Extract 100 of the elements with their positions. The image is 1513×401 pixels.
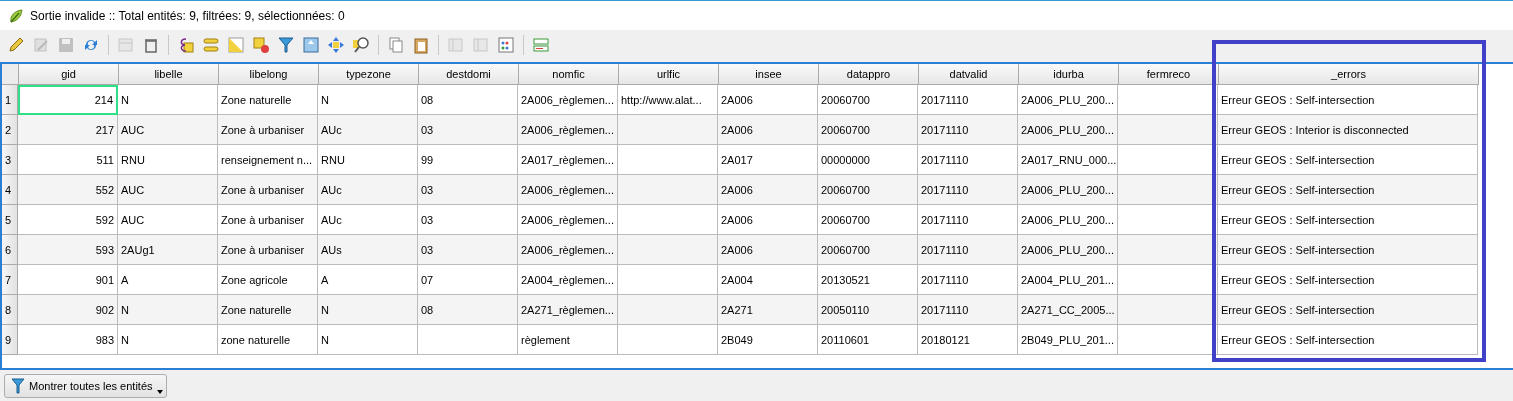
table-cell: 2A006 xyxy=(718,175,818,205)
table-cell: 00000000 xyxy=(818,145,918,175)
table-cell: RNU xyxy=(118,145,218,175)
table-cell: 20050110 xyxy=(818,295,918,325)
table-cell: Erreur GEOS : Self-intersection xyxy=(1218,205,1478,235)
table-cell: AUs xyxy=(318,235,418,265)
table-cell: N xyxy=(118,325,218,355)
table-cell: 2A006_PLU_200... xyxy=(1018,205,1118,235)
table-cell: règlement xyxy=(518,325,618,355)
column-header[interactable]: nomfic xyxy=(519,64,619,85)
column-header[interactable]: _errors xyxy=(1219,64,1479,85)
table-cell: 2A006 xyxy=(718,115,818,145)
table-cell: 2A006 xyxy=(718,85,818,115)
table-cell: 03 xyxy=(418,115,518,145)
row-header[interactable]: 4 xyxy=(2,175,18,205)
table-cell: 2AUg1 xyxy=(118,235,218,265)
table-cell: 03 xyxy=(418,235,518,265)
table-cell: 2A006 xyxy=(718,235,818,265)
row-header[interactable]: 2 xyxy=(2,115,18,145)
table-cell: 2A006_PLU_200... xyxy=(1018,235,1118,265)
table-cell: Erreur GEOS : Self-intersection xyxy=(1218,295,1478,325)
row-header[interactable]: 5 xyxy=(2,205,18,235)
table-cell: 592 xyxy=(18,205,118,235)
table-cell: A xyxy=(118,265,218,295)
table-cell: AUc xyxy=(318,175,418,205)
table-cell: 2A006_règlemen... xyxy=(518,85,618,115)
row-header[interactable]: 1 xyxy=(2,85,18,115)
table-cell: 2A006_PLU_200... xyxy=(1018,115,1118,145)
table-cell: 2A271 xyxy=(718,295,818,325)
filter-icon xyxy=(11,377,25,394)
column-header[interactable]: destdomi xyxy=(419,64,519,85)
column-header[interactable]: typezone xyxy=(319,64,419,85)
column-header[interactable]: idurba xyxy=(1019,64,1119,85)
table-cell: 593 xyxy=(18,235,118,265)
table-cell: 2A004_règlemen... xyxy=(518,265,618,295)
table-cell: Zone à urbaniser xyxy=(218,175,318,205)
filter-button[interactable]: Montrer toutes les entités xyxy=(4,373,167,398)
leaf-icon xyxy=(8,7,24,24)
table-cell: AUC xyxy=(118,115,218,145)
corner-header[interactable] xyxy=(2,64,19,85)
table-cell: 20171110 xyxy=(918,115,1018,145)
table-cell: 2A004 xyxy=(718,265,818,295)
table-cell: 08 xyxy=(418,85,518,115)
table-cell: 20171110 xyxy=(918,295,1018,325)
table-cell: 2A006_règlemen... xyxy=(518,115,618,145)
column-header[interactable]: fermreco xyxy=(1119,64,1219,85)
column-header[interactable]: libelong xyxy=(219,64,319,85)
table-cell: AUc xyxy=(318,205,418,235)
table-cell: 03 xyxy=(418,175,518,205)
table-cell: Zone à urbaniser xyxy=(218,205,318,235)
table-cell: 214 xyxy=(18,85,118,115)
table-cell: 2B049_PLU_201... xyxy=(1018,325,1118,355)
row-header[interactable]: 6 xyxy=(2,235,18,265)
row-header[interactable]: 9 xyxy=(2,325,18,355)
table-cell: 20130521 xyxy=(818,265,918,295)
table-cell: AUC xyxy=(118,205,218,235)
row-header[interactable]: 7 xyxy=(2,265,18,295)
table-cell: renseignement n... xyxy=(218,145,318,175)
table-cell: 2A006_règlemen... xyxy=(518,235,618,265)
column-header[interactable]: gid xyxy=(19,64,119,85)
table-cell: 20060700 xyxy=(818,205,918,235)
table-cell: N xyxy=(318,295,418,325)
column-header[interactable]: urlfic xyxy=(619,64,719,85)
column-header[interactable]: datappro xyxy=(819,64,919,85)
table-cell: 2A017 xyxy=(718,145,818,175)
row-header[interactable]: 3 xyxy=(2,145,18,175)
table-cell: 2A006_règlemen... xyxy=(518,205,618,235)
table-cell: 2A006_PLU_200... xyxy=(1018,175,1118,205)
table-cell: http://www.alat... xyxy=(618,85,718,115)
table-cell: Erreur GEOS : Interior is disconnected xyxy=(1218,115,1478,145)
table-cell: 99 xyxy=(418,145,518,175)
column-header[interactable]: datvalid xyxy=(919,64,1019,85)
table-cell: 2A271_règlemen... xyxy=(518,295,618,325)
table-cell: 20171110 xyxy=(918,235,1018,265)
table-cell: 901 xyxy=(18,265,118,295)
row-header[interactable]: 8 xyxy=(2,295,18,325)
table-cell: 552 xyxy=(18,175,118,205)
table-cell: 983 xyxy=(18,325,118,355)
table-cell: 217 xyxy=(18,115,118,145)
table-cell: 20110601 xyxy=(818,325,918,355)
table-cell: 2A006_PLU_200... xyxy=(1018,85,1118,115)
table-cell: 20060700 xyxy=(818,115,918,145)
table-cell: Erreur GEOS : Self-intersection xyxy=(1218,265,1478,295)
column-header[interactable]: libelle xyxy=(119,64,219,85)
table-cell: 511 xyxy=(18,145,118,175)
column-header[interactable]: insee xyxy=(719,64,819,85)
table-cell: Zone à urbaniser xyxy=(218,115,318,145)
table-cell: A xyxy=(318,265,418,295)
table-cell: Erreur GEOS : Self-intersection xyxy=(1218,145,1478,175)
table-cell: Zone agricole xyxy=(218,265,318,295)
table-cell: 2A017_RNU_000... xyxy=(1018,145,1118,175)
table-cell: Erreur GEOS : Self-intersection xyxy=(1218,85,1478,115)
table-cell: 08 xyxy=(418,295,518,325)
table-cell: Erreur GEOS : Self-intersection xyxy=(1218,235,1478,265)
table-cell: 20171110 xyxy=(918,265,1018,295)
window-title: Sortie invalide :: Total entités: 9, filtrées: 9, sélectionnées: 0 xyxy=(30,8,345,23)
table-cell: Erreur GEOS : Self-intersection xyxy=(1218,175,1478,205)
table-cell: 20171110 xyxy=(918,145,1018,175)
table-cell: zone naturelle xyxy=(218,325,318,355)
table-cell: Zone à urbaniser xyxy=(218,235,318,265)
